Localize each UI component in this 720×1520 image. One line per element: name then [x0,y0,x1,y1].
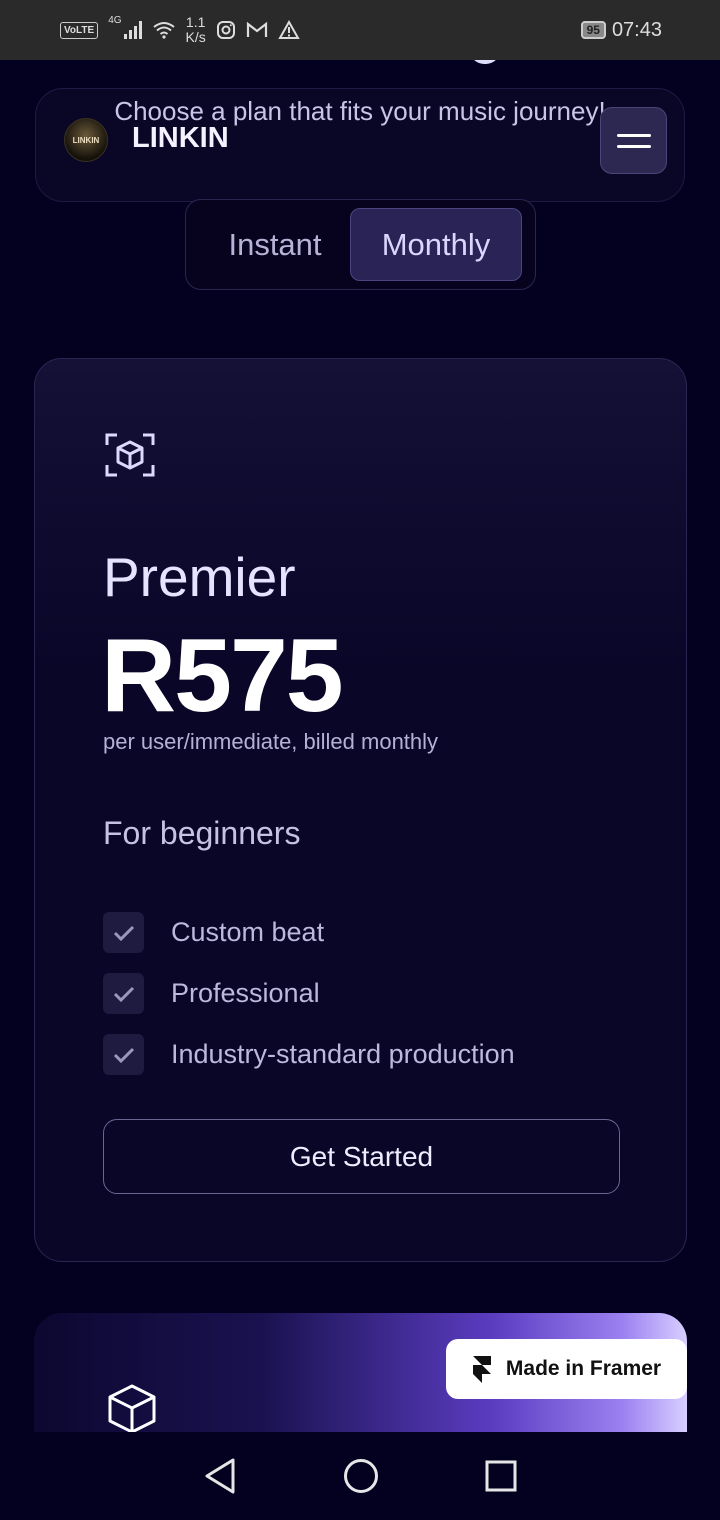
check-icon [103,973,144,1014]
brand-name[interactable]: LINKIN [132,122,229,155]
made-in-framer-badge[interactable]: Made in Framer [446,1339,687,1399]
feature-label: Industry-standard production [171,1039,515,1069]
logo-text: LINKIN [72,135,100,145]
battery-icon: 95 [580,21,606,39]
status-icons: VoLTE 4G 1.1 K/s [60,15,300,45]
plan-billing: per user/immediate, billed monthly [103,729,439,754]
signal-icon [123,21,142,39]
recents-icon[interactable] [485,1460,517,1492]
home-icon[interactable] [343,1458,379,1494]
cube-icon [108,1384,156,1432]
list-item: Industry-standard production [103,1024,515,1085]
get-started-button[interactable]: Get Started [103,1119,620,1194]
volte-icon: VoLTE [60,21,99,39]
wifi-icon [152,22,175,39]
feature-label: Custom beat [171,917,325,947]
toggle-instant[interactable]: Instant [186,200,364,289]
check-icon [103,1034,144,1075]
speed-value: 1.1 [185,14,206,30]
page-content: Choose a plan that fits your music journ… [0,60,720,1432]
cube-scan-icon [105,433,155,477]
plan-name: Premier [103,546,296,608]
network-speed: 1.1 K/s [186,15,206,45]
status-right: 95 07:43 [580,18,662,42]
scroll-indicator [470,60,500,64]
check-icon [103,912,144,953]
hamburger-line [616,144,651,148]
hamburger-icon [616,133,651,137]
menu-button[interactable] [600,107,667,174]
feature-list: Custom beat Professional Industry-standa… [103,902,515,1085]
toggle-monthly[interactable]: Monthly [350,208,522,281]
plan-price: R575 [101,618,344,734]
list-item: Custom beat [103,902,515,963]
list-item: Professional [103,963,515,1024]
gmail-icon [246,21,267,37]
instagram-icon [216,21,235,39]
brand-logo[interactable]: LINKIN [64,118,108,162]
framer-label: Made in Framer [505,1357,662,1380]
feature-label: Professional [171,978,320,1008]
billing-toggle: Instant Monthly [185,199,536,290]
plan-audience: For beginners [103,815,301,851]
back-icon[interactable] [203,1457,237,1495]
clock: 07:43 [611,18,662,41]
network-type: 4G [108,15,122,26]
status-bar: VoLTE 4G 1.1 K/s 95 07:43 [0,0,720,60]
system-nav-bar [0,1432,720,1520]
speed-unit: K/s [185,29,206,45]
warning-icon [278,20,300,39]
plan-card: Premier R575 per user/immediate, billed … [34,358,687,1262]
framer-icon [472,1356,491,1383]
